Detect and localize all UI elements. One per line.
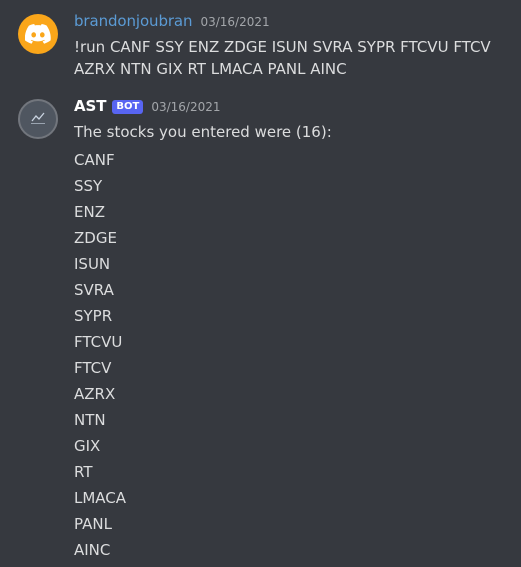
message-intro: The stocks you entered were (16): — [74, 123, 332, 141]
stock-item: ZDGE — [74, 229, 117, 247]
message-bot: AST BOT 03/16/2021 The stocks you entere… — [0, 97, 521, 563]
stock-item: GIX — [74, 437, 101, 455]
stock-item: SSY — [74, 177, 103, 195]
message-user: brandonjoubran 03/16/2021 !run CANF SSY … — [0, 12, 521, 97]
discord-logo-icon[interactable] — [18, 14, 58, 54]
stock-item: SVRA — [74, 281, 114, 299]
bot-badge: BOT — [112, 99, 144, 114]
username[interactable]: brandonjoubran — [74, 12, 193, 30]
stock-item: AZRX — [74, 385, 116, 403]
stock-item: FTCVU — [74, 333, 123, 351]
chat-log: brandonjoubran 03/16/2021 !run CANF SSY … — [0, 0, 521, 567]
timestamp[interactable]: 03/16/2021 — [151, 100, 220, 114]
stock-list: CANF SSY ENZ ZDGE ISUN SVRA SYPR FTCVU F… — [74, 147, 511, 563]
stock-item: PANL — [74, 515, 112, 533]
stock-item: ENZ — [74, 203, 105, 221]
stock-item: FTCV — [74, 359, 112, 377]
message-header: AST BOT 03/16/2021 — [74, 97, 511, 119]
stock-item: NTN — [74, 411, 106, 429]
username[interactable]: AST — [74, 97, 106, 115]
ast-avatar-icon[interactable] — [18, 99, 58, 139]
stock-item: AINC — [74, 541, 111, 559]
timestamp[interactable]: 03/16/2021 — [200, 15, 269, 29]
stock-item: CANF — [74, 151, 115, 169]
stock-item: LMACA — [74, 489, 127, 507]
stock-item: SYPR — [74, 307, 113, 325]
stock-item: RT — [74, 463, 93, 481]
stock-item: ISUN — [74, 255, 111, 273]
message-header: brandonjoubran 03/16/2021 — [74, 12, 511, 34]
message-text: !run CANF SSY ENZ ZDGE ISUN SVRA SYPR FT… — [74, 38, 491, 78]
